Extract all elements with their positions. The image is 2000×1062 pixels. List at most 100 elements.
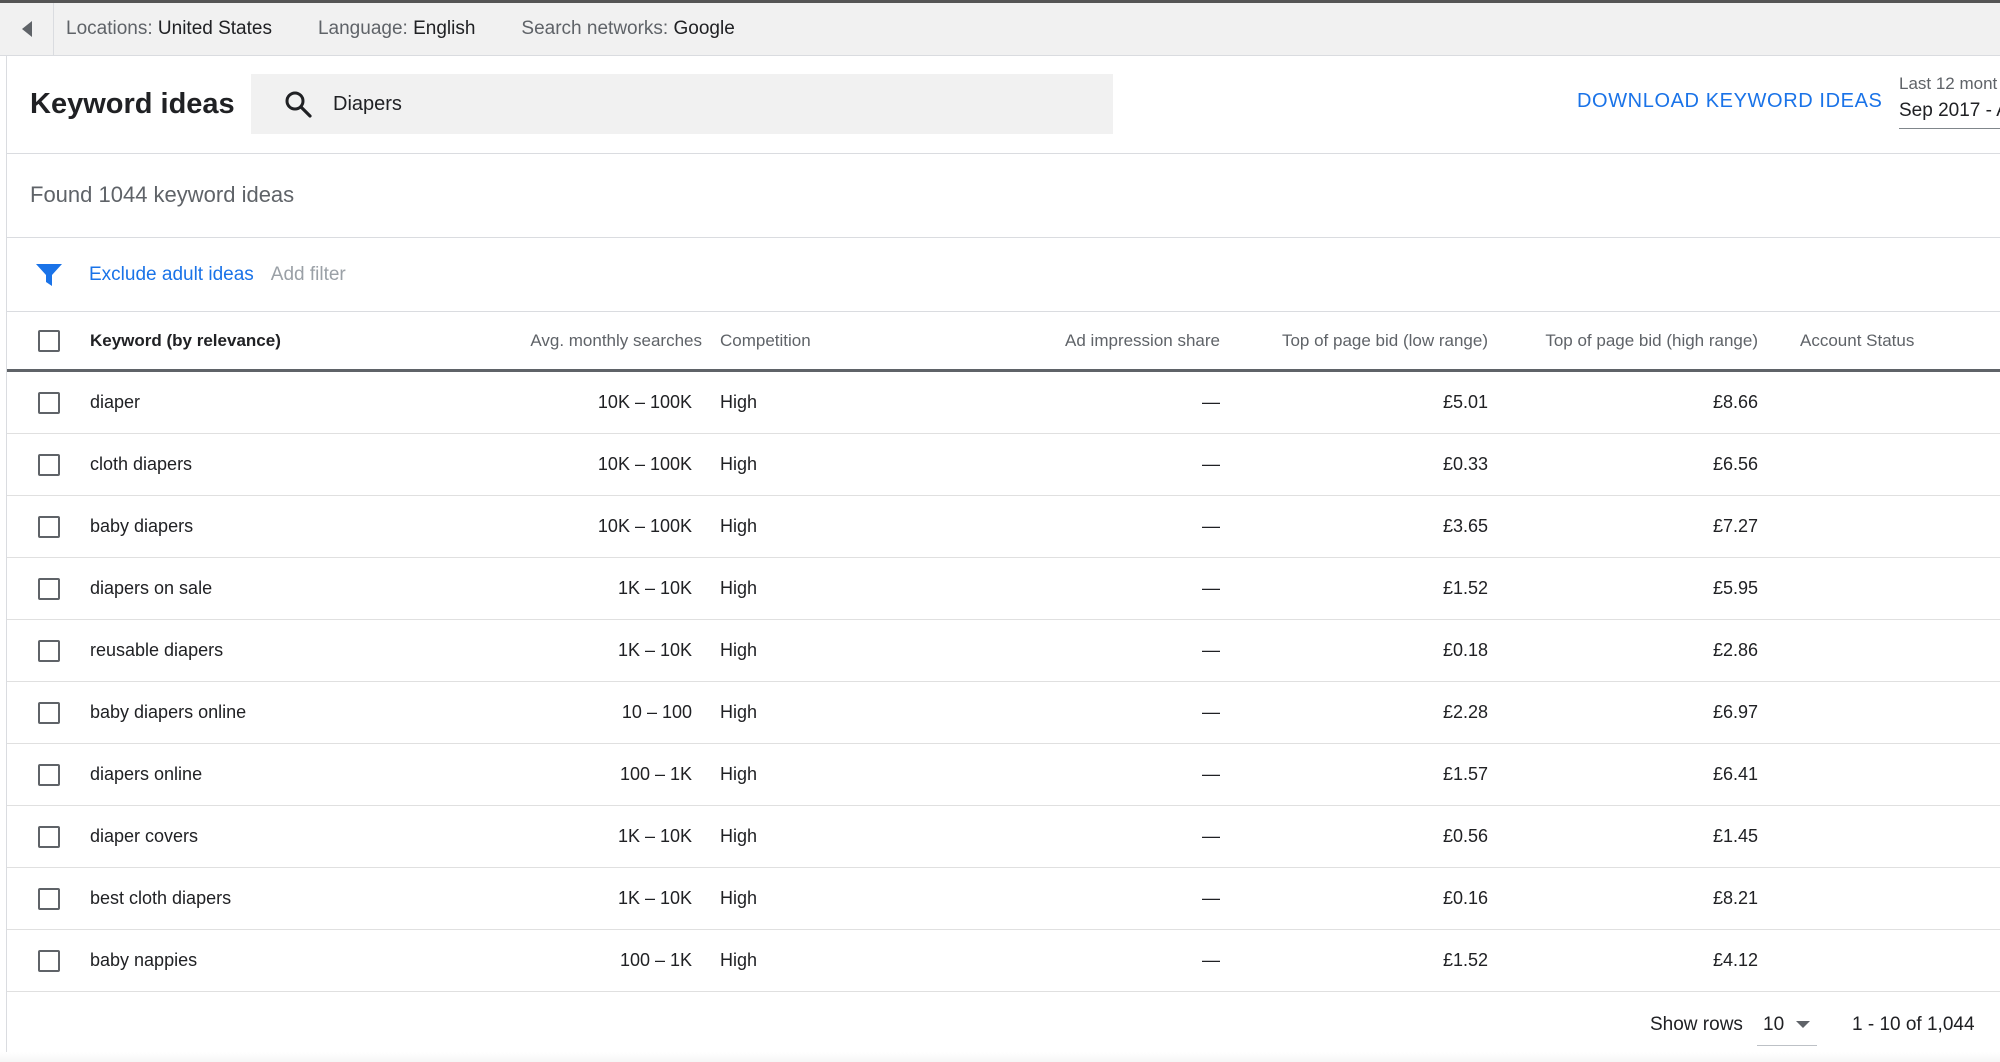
- rows-per-page-value: 10: [1763, 1013, 1785, 1035]
- row-select-cell: [37, 930, 61, 991]
- keyword-cell: reusable diapers: [90, 640, 224, 660]
- funnel-icon[interactable]: [35, 261, 63, 289]
- bid-low-cell: £1.57: [1442, 764, 1488, 784]
- networks-setting[interactable]: Search networks: Google: [521, 18, 734, 40]
- bid-low-cell: £0.18: [1442, 640, 1488, 660]
- competition-cell: High: [720, 888, 758, 908]
- triangle-left-icon: [21, 21, 32, 37]
- add-filter-button[interactable]: Add filter: [271, 264, 346, 286]
- bid-high-cell: £7.27: [1712, 516, 1758, 536]
- impression-share-cell: —: [1202, 826, 1220, 846]
- select-all-checkbox[interactable]: [38, 329, 60, 352]
- language-label: Language:: [317, 18, 408, 39]
- row-checkbox[interactable]: [38, 701, 60, 724]
- column-header-searches[interactable]: Avg. monthly searches: [530, 312, 702, 369]
- row-checkbox[interactable]: [38, 453, 60, 476]
- row-select-cell: [37, 434, 61, 495]
- keyword-cell: baby nappies: [90, 950, 198, 970]
- column-header-bid-high[interactable]: Top of page bid (high range): [1545, 312, 1758, 369]
- bid-high-cell: £1.45: [1712, 826, 1758, 846]
- bid-high-cell: £8.66: [1712, 392, 1758, 412]
- row-checkbox[interactable]: [38, 763, 60, 786]
- bid-high-cell: £5.95: [1712, 578, 1758, 598]
- bid-high-cell: £6.97: [1712, 702, 1758, 722]
- bid-low-cell: £5.01: [1442, 392, 1488, 412]
- row-select-cell: [37, 496, 61, 557]
- language-setting[interactable]: Language: English: [318, 18, 475, 40]
- date-range-label: Last 12 mont: [1899, 74, 1998, 93]
- impression-share-cell: —: [1202, 578, 1220, 598]
- table-row: diapers on sale 1K – 10K High — £1.52 £5…: [7, 558, 2000, 620]
- page-header: Keyword ideas DOWNLOAD KEYWORD IDEAS Las…: [6, 56, 2000, 154]
- row-select-cell: [37, 744, 61, 805]
- row-select-cell: [37, 620, 61, 681]
- bid-high-cell: £2.86: [1712, 640, 1758, 660]
- impression-share-cell: —: [1202, 640, 1220, 660]
- bottom-edge: [0, 1052, 2000, 1062]
- keyword-cell: diaper: [90, 392, 141, 412]
- row-checkbox[interactable]: [38, 639, 60, 662]
- locations-value: United States: [157, 18, 272, 39]
- date-range-value: Sep 2017 - A: [1899, 100, 2000, 129]
- row-checkbox[interactable]: [38, 577, 60, 600]
- table-row: baby nappies 100 – 1K High — £1.52 £4.12: [7, 930, 2000, 992]
- searches-cell: 10K – 100K: [597, 392, 692, 412]
- date-range-selector[interactable]: Last 12 mont Sep 2017 - A: [1899, 74, 2000, 129]
- column-header-account-status[interactable]: Account Status: [1800, 312, 1914, 369]
- download-keyword-ideas-button[interactable]: DOWNLOAD KEYWORD IDEAS: [1577, 90, 1882, 113]
- searches-cell: 1K – 10K: [617, 578, 692, 598]
- column-header-competition[interactable]: Competition: [720, 312, 811, 369]
- table-row: diapers online 100 – 1K High — £1.57 £6.…: [7, 744, 2000, 806]
- row-checkbox[interactable]: [38, 515, 60, 538]
- bid-low-cell: £1.52: [1442, 578, 1488, 598]
- impression-share-cell: —: [1202, 516, 1220, 536]
- table-row: cloth diapers 10K – 100K High — £0.33 £6…: [7, 434, 2000, 496]
- search-input[interactable]: [333, 92, 1093, 116]
- bid-high-cell: £6.41: [1712, 764, 1758, 784]
- locations-setting[interactable]: Locations: United States: [66, 18, 272, 40]
- found-count-text: Found 1044 keyword ideas: [30, 182, 295, 207]
- column-header-keyword[interactable]: Keyword (by relevance): [90, 312, 281, 369]
- row-checkbox[interactable]: [38, 391, 60, 414]
- table-row: diaper covers 1K – 10K High — £0.56 £1.4…: [7, 806, 2000, 868]
- competition-cell: High: [720, 640, 758, 660]
- impression-share-cell: —: [1202, 392, 1220, 412]
- show-rows-label: Show rows: [1650, 1014, 1743, 1035]
- rows-per-page-select[interactable]: 10: [1757, 1004, 1817, 1046]
- caret-down-icon: [1796, 1021, 1811, 1028]
- column-header-impression-share[interactable]: Ad impression share: [1065, 312, 1220, 369]
- column-header-bid-low[interactable]: Top of page bid (low range): [1282, 312, 1488, 369]
- impression-share-cell: —: [1202, 764, 1220, 784]
- bid-low-cell: £2.28: [1442, 702, 1488, 722]
- row-checkbox[interactable]: [38, 949, 60, 972]
- competition-cell: High: [720, 950, 758, 970]
- exclude-adult-ideas-filter[interactable]: Exclude adult ideas: [89, 264, 254, 286]
- competition-cell: High: [720, 826, 758, 846]
- row-select-cell: [37, 558, 61, 619]
- searches-cell: 1K – 10K: [617, 826, 692, 846]
- table-row: baby diapers 10K – 100K High — £3.65 £7.…: [7, 496, 2000, 558]
- magnifier-icon: [285, 91, 312, 118]
- table-header-row: Keyword (by relevance) Avg. monthly sear…: [7, 312, 2000, 372]
- competition-cell: High: [720, 516, 758, 536]
- page-title: Keyword ideas: [30, 88, 235, 120]
- keyword-search-box[interactable]: [251, 74, 1113, 134]
- keyword-cell: diapers online: [90, 764, 203, 784]
- row-checkbox[interactable]: [38, 887, 60, 910]
- top-bar: Locations: United States Language: Engli…: [0, 0, 2000, 56]
- table-row: diaper 10K – 100K High — £5.01 £8.66: [7, 372, 2000, 434]
- bid-low-cell: £0.33: [1442, 454, 1488, 474]
- competition-cell: High: [720, 764, 758, 784]
- impression-share-cell: —: [1202, 888, 1220, 908]
- back-button[interactable]: [0, 2, 54, 56]
- searches-cell: 10 – 100: [621, 702, 692, 722]
- table-row: best cloth diapers 1K – 10K High — £0.16…: [7, 868, 2000, 930]
- competition-cell: High: [720, 392, 758, 412]
- bid-low-cell: £1.52: [1442, 950, 1488, 970]
- pagination-range: 1 - 10 of 1,044: [1852, 1014, 1975, 1035]
- networks-label: Search networks:: [521, 18, 669, 39]
- bid-low-cell: £3.65: [1442, 516, 1488, 536]
- select-all-cell: [37, 312, 61, 369]
- row-checkbox[interactable]: [38, 825, 60, 848]
- searches-cell: 1K – 10K: [617, 640, 692, 660]
